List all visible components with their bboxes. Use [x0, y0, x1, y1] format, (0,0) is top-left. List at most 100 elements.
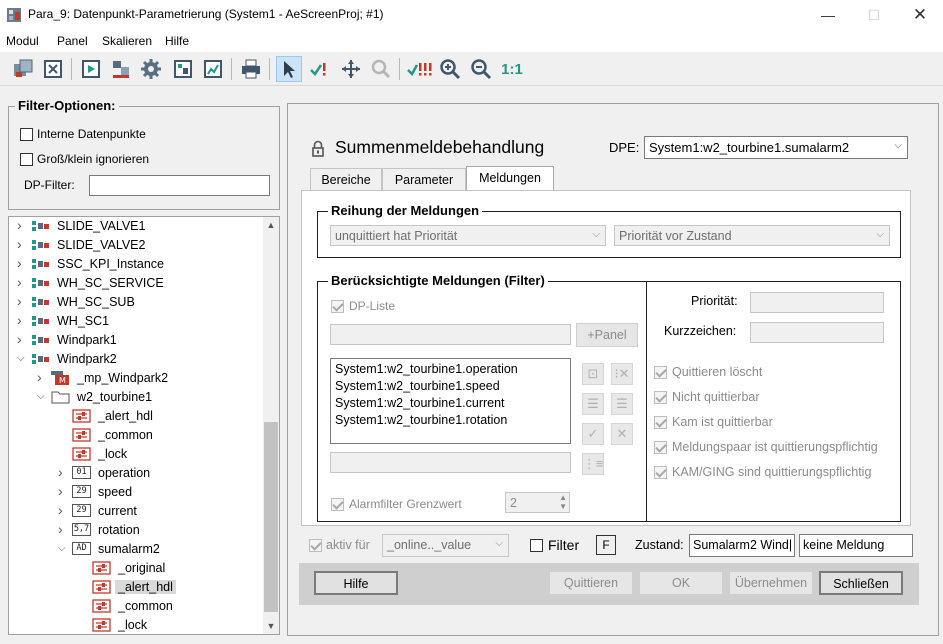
tree-item[interactable]: ⌵ AD sumalarm2: [9, 540, 265, 559]
tab-meldungen[interactable]: Meldungen: [466, 166, 554, 191]
check-button[interactable]: [306, 56, 332, 82]
acknowledge-button[interactable]: Quittieren: [549, 571, 633, 595]
spinner-arrows-icon[interactable]: ▲ ▼: [559, 493, 567, 511]
tree-item[interactable]: _original: [9, 559, 265, 578]
not-ackable-checkbox[interactable]: [654, 391, 667, 404]
dp-filter-input[interactable]: [89, 175, 270, 196]
tree-item[interactable]: ⌵ w2_tourbine1: [9, 388, 265, 407]
move-down-button[interactable]: ☰: [611, 393, 633, 415]
filter-input[interactable]: [330, 452, 571, 473]
internal-dp-checkbox[interactable]: [20, 128, 33, 141]
run-panel-button[interactable]: [78, 56, 104, 82]
chevron-down-icon[interactable]: ⌵: [37, 391, 47, 403]
dp-tree[interactable]: › SLIDE_VALVE1 › SLIDE_VALVE2 › SSC_KPI_Insta…: [8, 216, 280, 635]
list-item[interactable]: System1:w2_tourbine1.operation: [335, 361, 566, 378]
active-for-combo[interactable]: _online.._value ⌵: [382, 534, 509, 557]
system-button[interactable]: [200, 56, 226, 82]
case-ignore-checkbox[interactable]: [20, 153, 33, 166]
zoom-reset-button[interactable]: 1:1: [499, 56, 525, 82]
tree-item[interactable]: _alert_hdl: [9, 407, 265, 426]
tree-item[interactable]: › WH_SC_SUB: [9, 293, 265, 312]
priority-input[interactable]: [750, 292, 884, 313]
tree-item[interactable]: › SLIDE_VALVE1: [9, 217, 265, 236]
chevron-right-icon[interactable]: ›: [58, 483, 68, 499]
scroll-up-icon[interactable]: ▲: [263, 217, 279, 233]
chevron-right-icon[interactable]: ›: [17, 293, 27, 309]
pair-ack-checkbox[interactable]: [654, 441, 667, 454]
move-button[interactable]: [338, 56, 364, 82]
search-button[interactable]: [368, 56, 394, 82]
chevron-down-icon[interactable]: ⌵: [58, 543, 68, 555]
active-for-checkbox[interactable]: [309, 539, 322, 552]
apply-button[interactable]: Übernehmen: [729, 571, 813, 595]
scroll-thumb[interactable]: [264, 422, 278, 612]
tree-item[interactable]: › Windpark1: [9, 331, 265, 350]
chevron-right-icon[interactable]: ›: [17, 274, 27, 290]
zoom-in-button[interactable]: [437, 56, 463, 82]
menu-modul[interactable]: Modul: [6, 34, 39, 48]
tree-item[interactable]: _common: [9, 597, 265, 616]
tree-item[interactable]: _alert_hdl: [9, 578, 265, 597]
list-item[interactable]: System1:w2_tourbine1.current: [335, 395, 566, 412]
cancel-button[interactable]: ✕: [611, 423, 633, 445]
tree-scrollbar[interactable]: ▲ ▼: [263, 217, 279, 634]
dp-listbox[interactable]: System1:w2_tourbine1.operation System1:w…: [330, 358, 571, 444]
chevron-right-icon[interactable]: ›: [58, 502, 68, 518]
chevron-right-icon[interactable]: ›: [17, 255, 27, 271]
tree-item[interactable]: › 29 current: [9, 502, 265, 521]
confirm-button[interactable]: ✓: [582, 423, 604, 445]
settings-button[interactable]: [138, 56, 164, 82]
tab-bereiche[interactable]: Bereiche: [310, 168, 382, 190]
alarm-button[interactable]: [405, 56, 435, 82]
filter-f-button[interactable]: F: [596, 535, 616, 555]
chevron-down-icon[interactable]: ⌵: [17, 353, 27, 365]
chevron-right-icon[interactable]: ›: [58, 464, 68, 480]
close-window-button[interactable]: ✕: [897, 0, 943, 30]
close-button[interactable]: Schließen: [819, 571, 903, 595]
chevron-right-icon[interactable]: ›: [17, 331, 27, 347]
zoom-out-button[interactable]: [468, 56, 494, 82]
tree-item[interactable]: › 01 operation: [9, 464, 265, 483]
alarm-filter-checkbox[interactable]: [331, 498, 344, 511]
delete-item-button[interactable]: ⁝✕: [611, 363, 633, 385]
dp-list-input[interactable]: [330, 324, 571, 345]
tree-item[interactable]: › SLIDE_VALVE2: [9, 236, 265, 255]
close-module-button[interactable]: [40, 56, 66, 82]
menu-hilfe[interactable]: Hilfe: [165, 34, 189, 48]
tree-item[interactable]: › 29 speed: [9, 483, 265, 502]
menu-skalieren[interactable]: Skalieren: [102, 34, 152, 48]
chevron-right-icon[interactable]: ›: [58, 521, 68, 537]
para-button[interactable]: [108, 56, 134, 82]
dp-list-button[interactable]: [170, 56, 196, 82]
list-item[interactable]: System1:w2_tourbine1.speed: [335, 378, 566, 395]
filter-checkbox[interactable]: [530, 539, 543, 552]
order-combo-1[interactable]: unquittiert hat Priorität ⌵: [330, 225, 606, 246]
ack-deletes-checkbox[interactable]: [654, 366, 667, 379]
menu-panel[interactable]: Panel: [57, 34, 88, 48]
tree-item[interactable]: ⌵ Windpark2: [9, 350, 265, 369]
tree-item[interactable]: _lock: [9, 445, 265, 464]
order-combo-2[interactable]: Priorität vor Zustand ⌵: [614, 225, 890, 246]
list-item[interactable]: System1:w2_tourbine1.rotation: [335, 412, 566, 429]
chevron-right-icon[interactable]: ›: [17, 236, 27, 252]
ok-button[interactable]: OK: [639, 571, 723, 595]
filter-tree-button[interactable]: ⋮≡: [582, 453, 604, 475]
tree-item[interactable]: › M _mp_Windpark2: [9, 369, 265, 388]
move-up-button[interactable]: ☰: [582, 393, 604, 415]
print-button[interactable]: [238, 56, 264, 82]
dp-list-checkbox[interactable]: [331, 300, 344, 313]
shortsign-input[interactable]: [750, 322, 884, 343]
help-button[interactable]: Hilfe: [314, 571, 398, 595]
scroll-down-icon[interactable]: ▼: [263, 618, 279, 634]
tab-parameter[interactable]: Parameter: [382, 168, 466, 190]
came-ackable-checkbox[interactable]: [654, 416, 667, 429]
came-went-ack-checkbox[interactable]: [654, 466, 667, 479]
tree-item[interactable]: _common: [9, 426, 265, 445]
chevron-right-icon[interactable]: ›: [17, 217, 27, 233]
alarm-filter-spinner[interactable]: 2 ▲ ▼: [505, 492, 570, 513]
open-module-button[interactable]: [10, 56, 36, 82]
minimize-button[interactable]: —: [805, 0, 851, 30]
tree-item[interactable]: › WH_SC1: [9, 312, 265, 331]
select-tool-button[interactable]: [276, 56, 302, 82]
add-panel-button[interactable]: +Panel: [576, 323, 638, 347]
